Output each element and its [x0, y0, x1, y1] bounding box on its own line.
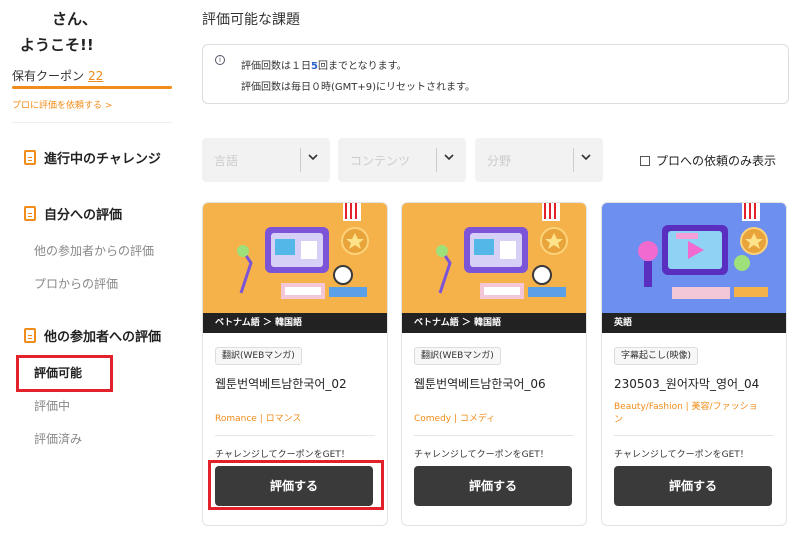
card-cta: チャレンジしてクーポンをGET！	[215, 450, 350, 460]
info-text: 回までとなります。	[317, 61, 407, 72]
language-placeholder: 言語	[214, 154, 239, 168]
card-cta: チャレンジしてクーポンをGET！	[614, 450, 749, 460]
challenge-card[interactable]: ベトナム語 ＞ 韓国語 翻訳(WEBマンガ) 웹툰번역베트남한국어_06 Com…	[401, 202, 587, 526]
page-title: 評価可能な課題	[202, 12, 300, 28]
document-icon	[24, 328, 36, 343]
card-genre: Beauty/Fashion | 美容/ファッション	[614, 402, 758, 425]
coupon-count[interactable]: 22	[88, 69, 103, 83]
card-title: 230503_원어자막_영어_04	[614, 377, 760, 391]
document-icon	[24, 150, 36, 165]
chevron-down-icon	[581, 154, 591, 161]
info-line-2: 評価回数は毎日０時(GMT+9)にリセットされます。	[241, 82, 476, 93]
pro-only-checkbox[interactable]	[640, 155, 650, 166]
card-genre: Comedy | コメディ	[414, 414, 496, 424]
field-placeholder: 分野	[487, 154, 512, 168]
nav-label: 他の参加者への評価	[44, 330, 162, 345]
language-select[interactable]: 言語	[202, 138, 330, 182]
content-placeholder: コンテンツ	[350, 154, 411, 168]
highlight-box	[16, 355, 113, 392]
select-divider	[573, 148, 574, 172]
chevron-down-icon	[308, 154, 318, 161]
card-language: 英語	[602, 313, 786, 333]
divider	[12, 122, 172, 123]
pro-request-link[interactable]: プロに評価を依頼する >	[12, 98, 112, 111]
nav-in-evaluation[interactable]: 評価中	[34, 397, 70, 414]
card-genre: Romance | ロマンス	[215, 414, 302, 424]
coupon-bar	[12, 86, 172, 89]
sidebar: さん、 ようこそ!! 保有クーポン 22 プロに評価を依頼する > 進行中のチャレ…	[0, 0, 180, 535]
card-language: ベトナム語 ＞ 韓国語	[203, 313, 387, 333]
info-text: 評価回数は１日	[241, 61, 311, 72]
document-icon	[24, 206, 36, 221]
illustration-image	[402, 203, 586, 313]
nav-from-pros[interactable]: プロからの評価	[34, 275, 118, 292]
evaluate-button[interactable]: 評価する	[414, 466, 572, 506]
coupon-label: 保有クーポン	[12, 69, 85, 83]
illustration-image	[203, 203, 387, 313]
chevron-down-icon	[444, 154, 454, 161]
nav-evaluated[interactable]: 評価済み	[34, 430, 82, 447]
nav-label: 進行中のチャレンジ	[44, 152, 161, 167]
nav-ongoing-challenge[interactable]: 進行中のチャレンジ	[24, 148, 161, 167]
select-divider	[300, 148, 301, 172]
card-title: 웹툰번역베트남한국어_02	[215, 377, 347, 391]
content-select[interactable]: コンテンツ	[338, 138, 466, 182]
info-count: 5	[311, 61, 318, 72]
card-title: 웹툰번역베트남한국어_06	[414, 377, 546, 391]
card-category-tag: 字幕起こし(映像)	[614, 347, 699, 365]
evaluate-button[interactable]: 評価する	[614, 466, 772, 506]
nav-evaluate-others[interactable]: 他の参加者への評価	[24, 326, 161, 345]
info-line-1: 評価回数は１日5回までとなります。	[241, 57, 407, 72]
card-divider	[414, 435, 574, 436]
greeting-name: さん、	[52, 10, 98, 28]
nav-my-evaluations[interactable]: 自分への評価	[24, 204, 122, 223]
field-select[interactable]: 分野	[475, 138, 603, 182]
pro-only-filter[interactable]: プロへの依頼のみ表示	[640, 152, 776, 169]
card-category-tag: 翻訳(WEBマンガ)	[414, 347, 501, 365]
card-divider	[614, 435, 774, 436]
pro-only-label: プロへの依頼のみ表示	[656, 154, 777, 168]
nav-label: 自分への評価	[44, 208, 123, 223]
select-divider	[436, 148, 437, 172]
nav-from-participants[interactable]: 他の参加者からの評価	[34, 242, 154, 259]
card-language: ベトナム語 ＞ 韓国語	[402, 313, 586, 333]
card-cta: チャレンジしてクーポンをGET！	[414, 450, 549, 460]
coupon-info: 保有クーポン 22	[12, 67, 103, 84]
challenge-card[interactable]: 英語 字幕起こし(映像) 230503_원어자막_영어_04 Beauty/Fa…	[601, 202, 787, 526]
info-box: i 評価回数は１日5回までとなります。 評価回数は毎日０時(GMT+9)にリセッ…	[202, 44, 789, 104]
card-divider	[215, 435, 375, 436]
card-category-tag: 翻訳(WEBマンガ)	[215, 347, 302, 365]
info-icon: i	[215, 55, 225, 65]
illustration-image	[602, 203, 786, 313]
greeting-welcome: ようこそ!!	[20, 36, 94, 54]
highlight-box	[208, 460, 384, 510]
